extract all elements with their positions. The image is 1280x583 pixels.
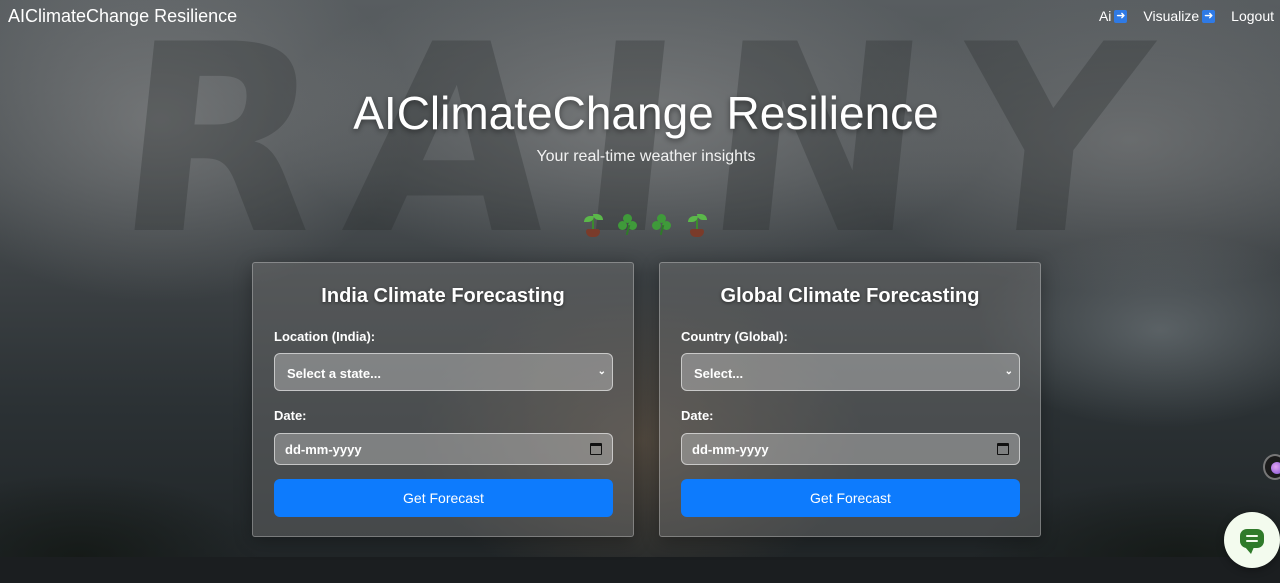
calendar-icon[interactable] [590,443,602,455]
nav-link-visualize[interactable]: Visualize ➜ [1143,8,1216,24]
orb-icon [1271,462,1280,474]
right-arrow-icon: ➜ [1202,9,1216,23]
global-country-select-value: Select... [694,366,744,381]
page-subtitle: Your real-time weather insights [536,148,756,165]
nav-link-logout[interactable]: Logout [1231,8,1274,24]
global-date-label: Date: [681,408,714,423]
page-title: AIClimateChange Resilience [353,87,939,139]
brand-link[interactable]: AIClimateChange Resilience [8,6,237,27]
india-date-placeholder: dd-mm-yyyy [285,442,362,457]
side-assistant-widget[interactable] [1263,454,1280,480]
india-location-label: Location (India): [274,329,376,344]
background-trees [0,387,1280,557]
calendar-icon[interactable] [997,443,1009,455]
shamrock-icon [615,212,641,238]
global-card-title: Global Climate Forecasting [720,285,980,307]
global-country-select[interactable]: Select... ⌄ [681,353,1020,391]
nav-link-ai[interactable]: Ai ➜ [1098,8,1128,24]
global-country-label: Country (Global): [681,329,788,344]
india-forecast-card: India Climate Forecasting Location (Indi… [252,262,634,537]
global-date-placeholder: dd-mm-yyyy [692,442,769,457]
background-rainy-lettering: RAINY [104,0,1190,292]
right-arrow-icon: ➜ [1114,9,1128,23]
seedling-icon [580,212,606,238]
chat-bubble-icon [1240,529,1264,554]
india-get-forecast-button[interactable]: Get Forecast [274,479,613,517]
chat-button[interactable] [1224,512,1280,568]
nav-link-logout-label: Logout [1231,8,1274,24]
india-date-input[interactable]: dd-mm-yyyy [274,433,613,465]
chevron-down-icon: ⌄ [1004,366,1013,377]
global-date-input[interactable]: dd-mm-yyyy [681,433,1020,465]
india-state-select[interactable]: Select a state... ⌄ [274,353,613,391]
nav-links: Ai ➜ Visualize ➜ Logout [1099,8,1274,24]
nav-link-ai-label: Ai [1098,8,1112,24]
india-card-title: India Climate Forecasting [321,285,565,307]
global-forecast-card: Global Climate Forecasting Country (Glob… [659,262,1041,537]
decorative-plant-icons [580,212,710,238]
nav-link-visualize-label: Visualize [1143,8,1200,24]
global-get-forecast-button[interactable]: Get Forecast [681,479,1020,517]
navbar: AIClimateChange Resilience Ai ➜ Visualiz… [0,0,1280,32]
india-date-label: Date: [274,408,307,423]
shamrock-icon [649,212,675,238]
india-state-select-value: Select a state... [287,366,381,381]
footer-bar [0,557,1280,583]
seedling-icon [684,212,710,238]
chevron-down-icon: ⌄ [597,366,606,377]
